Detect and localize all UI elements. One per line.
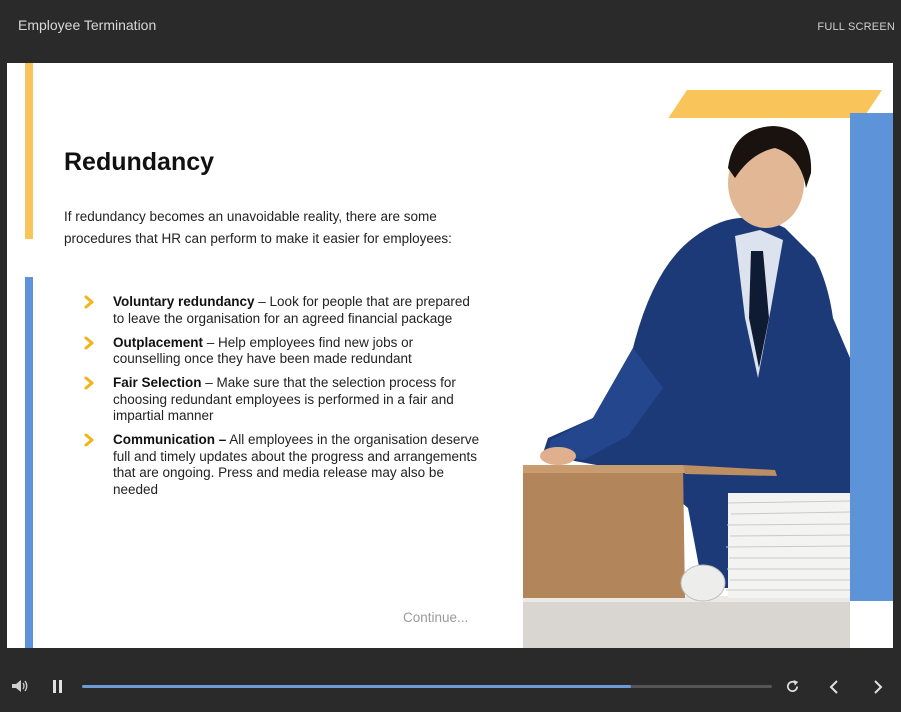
slide-intro: If redundancy becomes an unavoidable rea… [64,209,452,246]
progress-bar[interactable] [82,685,772,688]
course-title: Employee Termination [18,17,157,33]
bullet-term: Voluntary redundancy [113,294,255,309]
chevron-right-icon [84,376,94,390]
bullet-list: Voluntary redundancy – Look for people t… [82,294,482,506]
progress-fill [82,685,631,688]
chevron-right-icon [84,295,94,309]
slide: Redundancy If redundancy becomes an unav… [7,63,893,648]
bullet-term: Communication – [113,432,227,447]
replay-icon[interactable] [785,679,800,694]
list-item: Voluntary redundancy – Look for people t… [82,294,482,327]
list-item: Fair Selection – Make sure that the sele… [82,375,482,425]
slide-heading: Redundancy [64,148,215,176]
list-item: Outplacement – Help employees find new j… [82,335,482,368]
businessman-photo [523,118,850,648]
bullet-term: Outplacement [113,334,204,350]
fullscreen-button[interactable]: FULL SCREEN [817,21,895,33]
player-header: Employee Termination FULL SCREEN [0,0,901,63]
player-controls [0,648,901,712]
volume-icon[interactable] [11,679,29,693]
chevron-left-icon[interactable] [828,679,840,695]
chevron-right-icon[interactable] [872,679,884,695]
pause-icon[interactable] [52,680,64,693]
bullet-term: Fair Selection [113,375,202,390]
decorative-blue-bar [850,113,893,601]
chevron-right-icon [84,433,94,447]
chevron-right-icon [84,336,94,349]
continue-link[interactable]: Continue... [403,610,468,625]
list-item: Communication – All employees in the org… [82,432,482,498]
accent-bar-blue [25,277,33,648]
accent-bar-yellow [25,63,33,239]
